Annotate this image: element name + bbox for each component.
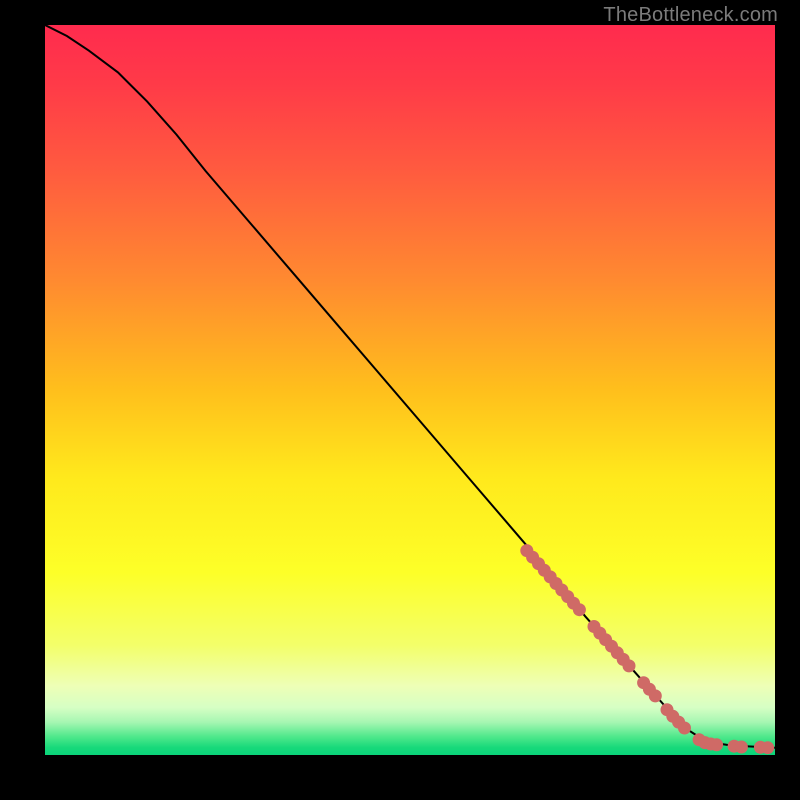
data-point <box>710 738 723 751</box>
attribution-text: TheBottleneck.com <box>603 4 778 27</box>
data-point <box>735 741 748 754</box>
chart-frame: { "attribution": "TheBottleneck.com", "g… <box>0 0 800 800</box>
data-point <box>623 659 636 672</box>
data-point <box>761 741 774 754</box>
data-point <box>649 689 662 702</box>
data-point <box>573 603 586 616</box>
chart-plot <box>45 25 775 755</box>
plot-background <box>45 25 775 755</box>
data-point <box>678 722 691 735</box>
